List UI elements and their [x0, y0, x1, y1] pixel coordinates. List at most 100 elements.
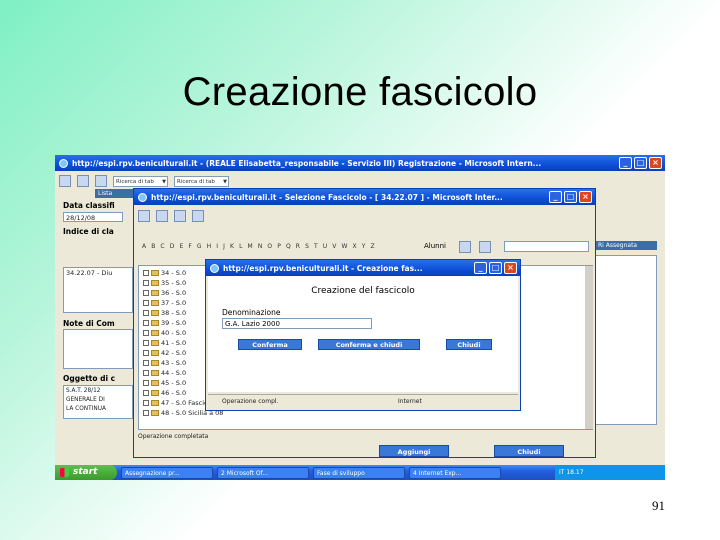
folder-icon — [151, 350, 159, 356]
tree-icon[interactable] — [138, 210, 150, 222]
modal-status-left: Operazione compl. — [222, 398, 279, 405]
ie-icon — [210, 263, 219, 273]
indice-label: Indice di cla — [63, 227, 114, 236]
list-item[interactable]: 41 - S.0 — [143, 338, 186, 348]
data-classifica-label: Data classifi — [63, 201, 115, 210]
modal-chiudi-button[interactable]: Chiudi — [446, 339, 492, 350]
alphabet-filter[interactable]: A B C D E F G H I J K L M N O P Q R S T … — [142, 243, 376, 250]
close-button[interactable]: × — [504, 262, 517, 274]
save-icon[interactable] — [174, 210, 186, 222]
slide-title: Creazione fascicolo — [182, 70, 538, 114]
list-item[interactable]: 45 - S.0 — [143, 378, 186, 388]
note-label: Note di Com — [63, 319, 115, 328]
oggetto-line: S.A.T. 28/12 — [66, 388, 101, 394]
tool-icon[interactable] — [95, 175, 107, 187]
clear-icon[interactable] — [479, 241, 491, 253]
minimize-button[interactable]: _ — [619, 157, 632, 169]
list-item[interactable]: 42 - S.0 — [143, 348, 186, 358]
tree-icon[interactable] — [156, 210, 168, 222]
denominazione-label: Denominazione — [222, 308, 281, 317]
page-number: 91 — [652, 498, 665, 513]
conferma-button[interactable]: Conferma — [238, 339, 302, 350]
list-item[interactable]: 37 - S.0 — [143, 298, 186, 308]
list-item[interactable]: 36 - S.0 — [143, 288, 186, 298]
modal-heading: Creazione del fascicolo — [311, 286, 415, 296]
folder-icon — [151, 280, 159, 286]
data-classifica-field[interactable]: 28/12/08 — [63, 212, 123, 222]
oggetto-line: LA CONTINUA — [66, 406, 106, 412]
search-icon[interactable] — [459, 241, 471, 253]
lista-tab[interactable]: Lista — [95, 189, 135, 198]
selection-status: Operazione completata — [138, 433, 209, 440]
oggetto-line: GENERALE DI — [66, 397, 105, 403]
folder-icon — [151, 340, 159, 346]
system-tray: IT 18.17 — [555, 465, 665, 480]
modal-status-right: Internet — [398, 398, 422, 405]
denominazione-input[interactable]: G.A. Lazio 2000 — [222, 318, 372, 329]
folder-icon — [151, 320, 159, 326]
search-input[interactable] — [504, 241, 589, 252]
selection-window-titlebar[interactable]: http://espi.rpv.beniculturali.it - Selez… — [134, 189, 595, 205]
start-button[interactable]: start — [55, 465, 117, 480]
close-button[interactable]: × — [579, 191, 592, 203]
maximize-button[interactable]: □ — [489, 262, 502, 274]
right-header: Ri Assegnata — [595, 241, 657, 250]
oggetto-label: Oggetto di c — [63, 374, 116, 383]
main-toolbar: Ricerca di tab Ricerca di tab — [59, 173, 229, 189]
list-item[interactable]: 34 - S.0 — [143, 268, 186, 278]
note-field[interactable] — [63, 329, 133, 369]
list-item[interactable]: 46 - S.0 — [143, 388, 186, 398]
ie-icon — [138, 192, 147, 202]
selection-window-title: http://espi.rpv.beniculturali.it - Selez… — [151, 192, 503, 202]
folder-icon — [151, 370, 159, 376]
selection-toolbar — [138, 208, 204, 224]
maximize-button[interactable]: □ — [634, 157, 647, 169]
main-window-titlebar[interactable]: http://espi.rpv.beniculturali.it - (REAL… — [55, 155, 665, 171]
folder-icon — [151, 310, 159, 316]
indice-field[interactable]: 34.22.07 - Diu — [63, 267, 133, 313]
list-item[interactable]: 40 - S.0 — [143, 328, 186, 338]
maximize-button[interactable]: □ — [564, 191, 577, 203]
list-item[interactable]: 39 - S.0 — [143, 318, 186, 328]
folder-icon — [151, 380, 159, 386]
taskbar-item[interactable]: Fase di sviluppo — [313, 466, 405, 479]
search-combo-2[interactable]: Ricerca di tab — [174, 175, 229, 187]
windows-logo-icon — [60, 468, 69, 477]
folder-icon — [151, 390, 159, 396]
modal-titlebar[interactable]: http://espi.rpv.beniculturali.it - Creaz… — [206, 260, 520, 276]
conferma-chiudi-button[interactable]: Conferma e chiudi — [318, 339, 420, 350]
help-icon[interactable] — [192, 210, 204, 222]
main-window-title: http://espi.rpv.beniculturali.it - (REAL… — [72, 158, 542, 168]
aggiungi-button[interactable]: Aggiungi — [379, 445, 449, 457]
taskbar: start Assegnazione pr... 2 Microsoft Of.… — [55, 465, 665, 480]
taskbar-item[interactable]: 2 Microsoft Of... — [217, 466, 309, 479]
modal-body: Creazione del fascicolo Denominazione G.… — [208, 276, 518, 392]
folder-icon — [151, 400, 159, 406]
right-panel — [595, 255, 657, 425]
minimize-button[interactable]: _ — [474, 262, 487, 274]
list-item[interactable]: 43 - S.0 — [143, 358, 186, 368]
screenshot: http://espi.rpv.beniculturali.it - (REAL… — [55, 155, 665, 480]
tool-icon[interactable] — [77, 175, 89, 187]
chiudi-button[interactable]: Chiudi — [494, 445, 564, 457]
taskbar-item[interactable]: 4 Internet Exp... — [409, 466, 501, 479]
taskbar-item[interactable]: Assegnazione pr... — [121, 466, 213, 479]
close-button[interactable]: × — [649, 157, 662, 169]
search-combo-1[interactable]: Ricerca di tab — [113, 175, 168, 187]
creazione-modal: http://espi.rpv.beniculturali.it - Creaz… — [205, 259, 521, 411]
folder-icon — [151, 300, 159, 306]
modal-title: http://espi.rpv.beniculturali.it - Creaz… — [223, 263, 423, 273]
list-item[interactable]: 44 - S.0 — [143, 368, 186, 378]
oggetto-field[interactable]: S.A.T. 28/12 GENERALE DI LA CONTINUA — [63, 385, 133, 419]
folder-icon — [151, 290, 159, 296]
folder-icon — [151, 410, 159, 416]
minimize-button[interactable]: _ — [549, 191, 562, 203]
list-scrollbar[interactable] — [585, 266, 593, 429]
folder-icon — [151, 270, 159, 276]
ie-icon — [59, 158, 68, 168]
list-item[interactable]: 38 - S.0 — [143, 308, 186, 318]
list-item[interactable]: 35 - S.0 — [143, 278, 186, 288]
search-label: Alunni — [424, 242, 446, 250]
back-icon[interactable] — [59, 175, 71, 187]
modal-status-bar: Operazione compl. Internet — [208, 394, 518, 408]
